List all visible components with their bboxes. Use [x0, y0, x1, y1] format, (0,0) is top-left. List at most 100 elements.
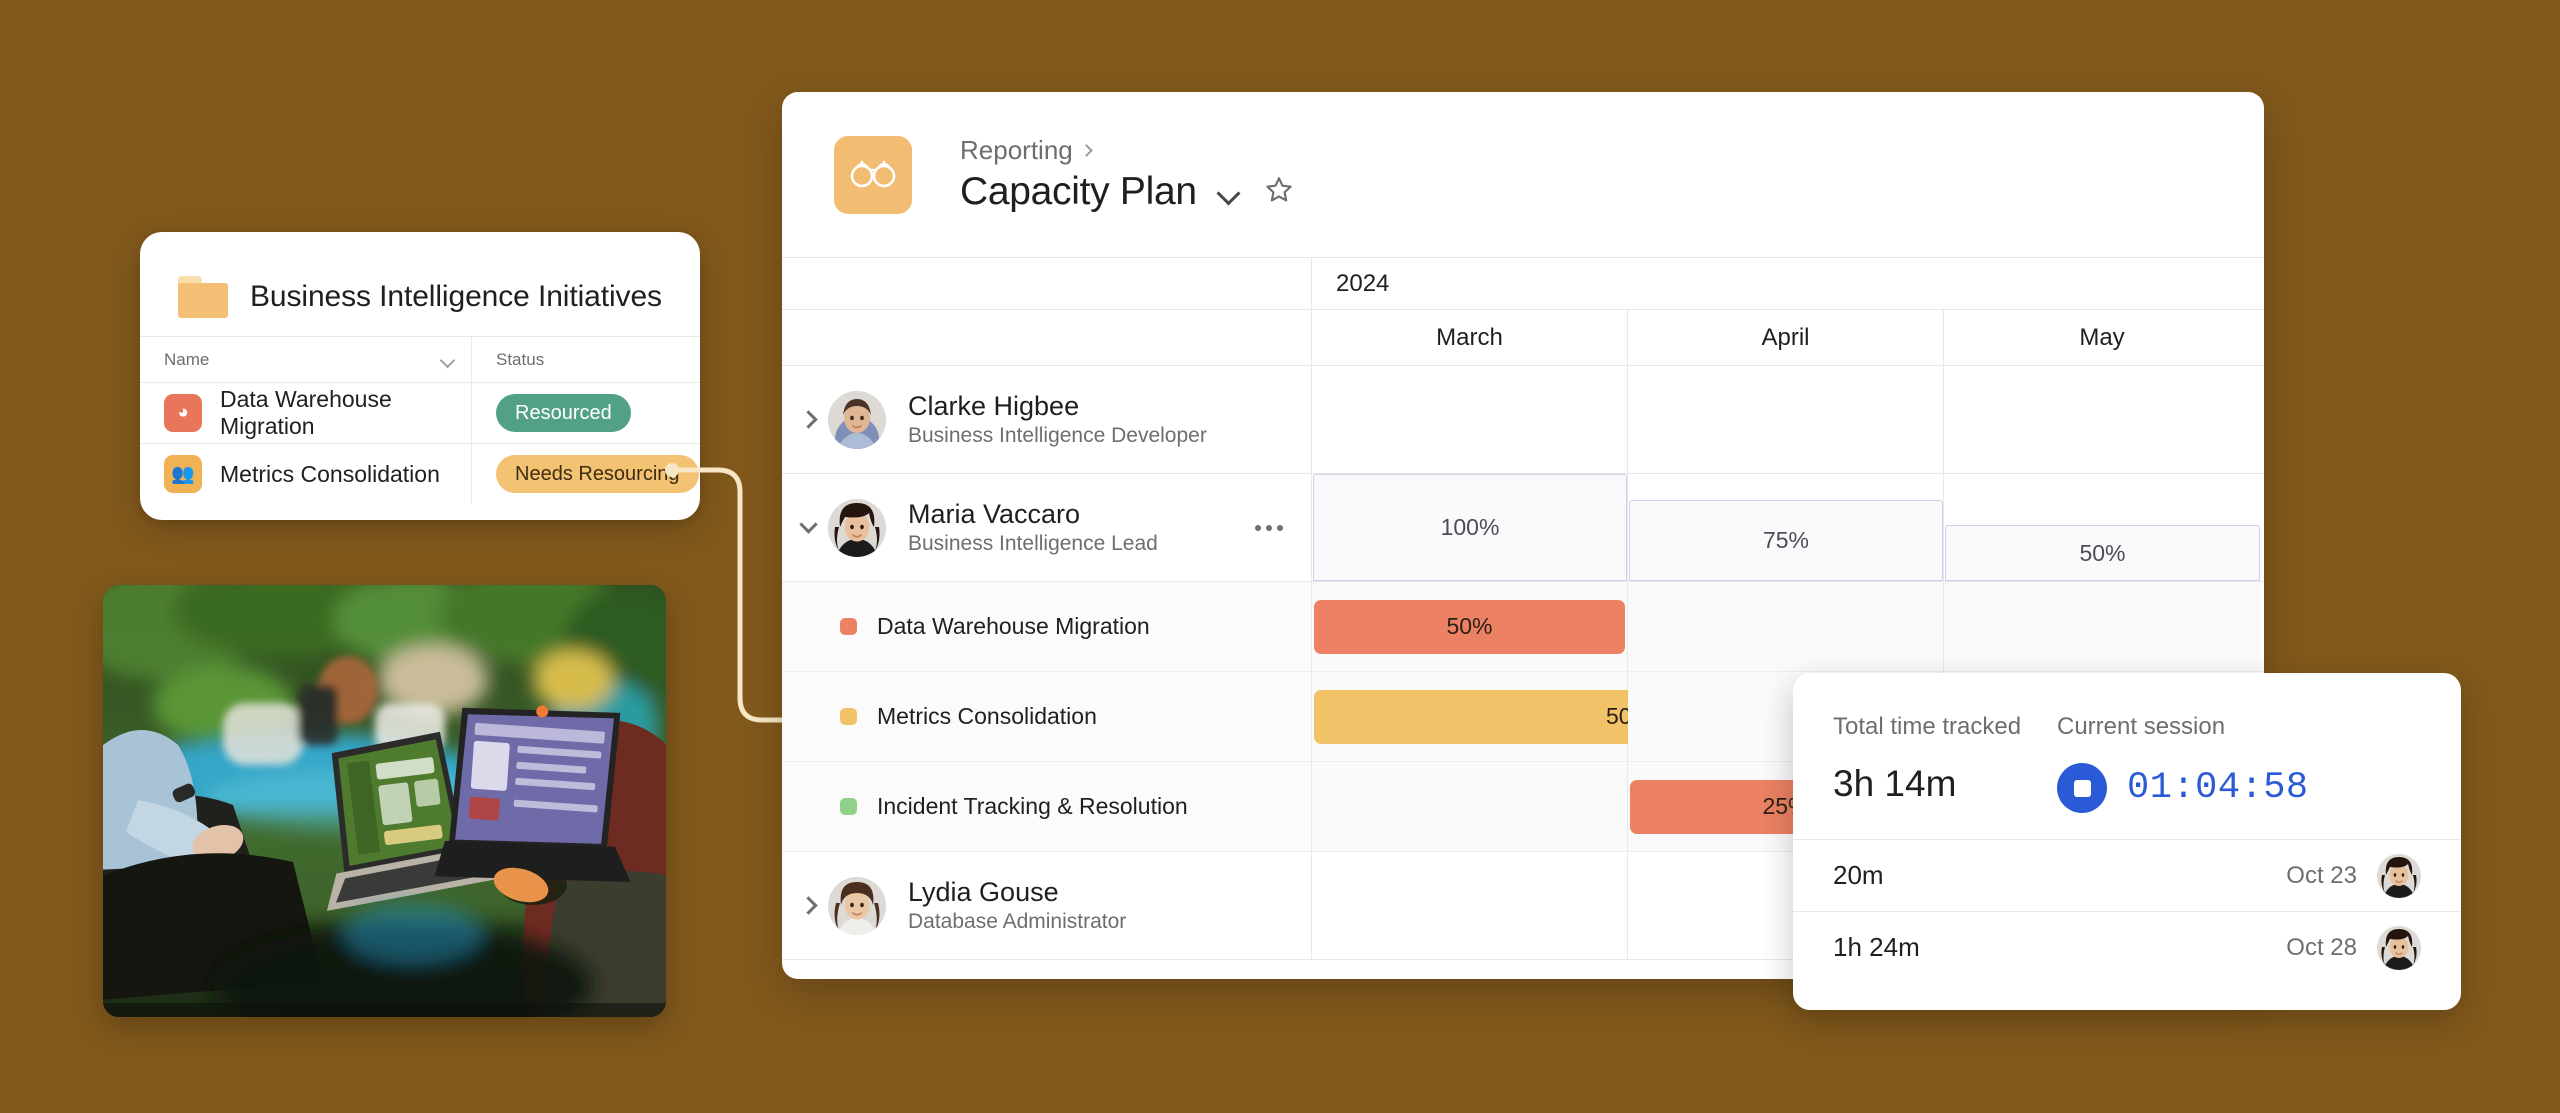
task-color-dot: [840, 618, 857, 635]
chevron-down-icon[interactable]: [441, 355, 455, 364]
task-lane-march[interactable]: [1312, 762, 1628, 851]
capacity-value: 50%: [1945, 525, 2260, 581]
person-name: Clarke Higbee: [908, 391, 1080, 421]
task-lane-march[interactable]: 50%: [1312, 672, 1944, 761]
breadcrumb-reporting[interactable]: Reporting: [960, 135, 1073, 166]
current-session-label: Current session: [2057, 713, 2226, 740]
month-header-may[interactable]: May: [1944, 310, 2260, 365]
table-row[interactable]: ◕ Data Warehouse Migration Resourced: [140, 382, 700, 443]
session-row[interactable]: 20m Oct 23: [1793, 839, 2461, 911]
session-date: Oct 28: [2286, 933, 2357, 961]
collapse-chevron-down-icon[interactable]: [788, 515, 828, 534]
avatar: [828, 876, 886, 935]
session-row[interactable]: 1h 24m Oct 28: [1793, 911, 2461, 983]
person-info: Clarke Higbee Business Intelligence Deve…: [782, 366, 1312, 473]
capacity-cell-march[interactable]: 100%: [1312, 474, 1628, 581]
page-title: Capacity Plan: [960, 170, 1197, 213]
chevron-down-icon[interactable]: [1219, 185, 1241, 199]
cell-name: 👥 Metrics Consolidation: [140, 444, 472, 504]
column-header-name[interactable]: Name: [140, 337, 472, 382]
month-header-march[interactable]: March: [1312, 310, 1628, 365]
cell-name: ◕ Data Warehouse Migration: [140, 383, 472, 443]
capacity-cell-april[interactable]: 75%: [1628, 474, 1944, 581]
person-name: Lydia Gouse: [908, 877, 1059, 907]
current-session-row: 01:04:58: [2057, 763, 2309, 813]
stop-icon[interactable]: [2057, 763, 2107, 813]
capacity-cell[interactable]: [1628, 366, 1944, 473]
person-row-maria-vaccaro[interactable]: Maria Vaccaro Business Intelligence Lead…: [782, 474, 2264, 582]
avatar: [828, 498, 886, 557]
binoculars-icon: [834, 135, 912, 214]
more-options-icon[interactable]: [1255, 524, 1283, 531]
task-color-dot: [840, 708, 857, 725]
title-row: Capacity Plan: [960, 170, 1295, 214]
time-tracking-summary: Total time tracked 3h 14m Current sessio…: [1793, 673, 2461, 839]
status-badge[interactable]: Resourced: [496, 394, 631, 432]
capacity-cell[interactable]: [1944, 366, 2260, 473]
allocation-bar[interactable]: 50%: [1314, 599, 1625, 654]
time-tracking-card: Total time tracked 3h 14m Current sessio…: [1793, 673, 2461, 1010]
total-time-value: 3h 14m: [1833, 763, 1957, 804]
bi-card-header: Business Intelligence Initiatives: [140, 232, 700, 336]
task-name: Metrics Consolidation: [877, 703, 1097, 729]
task-name: Data Warehouse Migration: [877, 613, 1150, 639]
person-role: Database Administrator: [908, 910, 1127, 933]
capacity-cell[interactable]: [1312, 366, 1628, 473]
task-name: Incident Tracking & Resolution: [877, 793, 1188, 819]
gauge-icon: ◕: [164, 394, 202, 432]
photo-illustration: [103, 585, 666, 1017]
task-lane-april[interactable]: [1628, 582, 1944, 671]
person-info: Maria Vaccaro Business Intelligence Lead: [782, 474, 1312, 581]
task-name: Data Warehouse Migration: [220, 386, 392, 439]
bi-initiatives-card: Business Intelligence Initiatives Name S…: [140, 232, 700, 520]
total-time-block: Total time tracked 3h 14m: [1833, 713, 2057, 839]
session-duration: 1h 24m: [1833, 932, 1920, 962]
table-row[interactable]: 👥 Metrics Consolidation Needs Resourcing: [140, 443, 700, 504]
year-row-spacer: [782, 258, 1312, 309]
task-lane-march[interactable]: 50%: [1312, 582, 1628, 671]
session-date: Oct 23: [2286, 861, 2357, 889]
task-info: Incident Tracking & Resolution: [782, 762, 1312, 851]
task-name: Metrics Consolidation: [220, 460, 440, 487]
session-timer: 01:04:58: [2127, 767, 2309, 809]
expand-chevron-right-icon[interactable]: [788, 896, 828, 915]
bi-card-title: Business Intelligence Initiatives: [250, 280, 662, 313]
person-row-clarke-higbee[interactable]: Clarke Higbee Business Intelligence Deve…: [782, 366, 2264, 474]
task-row-data-warehouse-migration[interactable]: Data Warehouse Migration 50%: [782, 582, 2264, 672]
table-header-row: Name Status: [140, 336, 700, 382]
column-header-name-label: Name: [164, 349, 210, 369]
panel-header: Reporting Capacity Plan: [782, 92, 2264, 257]
folder-icon: [178, 276, 228, 318]
person-name: Maria Vaccaro: [908, 499, 1081, 529]
person-meta: Maria Vaccaro Business Intelligence Lead: [908, 499, 1158, 556]
capacity-cell-may[interactable]: 50%: [1944, 474, 2260, 581]
total-time-label: Total time tracked: [1833, 713, 2022, 740]
task-lane-may[interactable]: [1944, 582, 2260, 671]
avatar: [828, 390, 886, 449]
person-meta: Clarke Higbee Business Intelligence Deve…: [908, 391, 1207, 448]
expand-chevron-right-icon[interactable]: [788, 410, 828, 429]
month-row-spacer: [782, 310, 1312, 365]
timeline-month-row: March April May: [782, 310, 2264, 366]
task-color-dot: [840, 798, 857, 815]
current-session-block: Current session 01:04:58: [2057, 713, 2309, 839]
column-header-status[interactable]: Status: [472, 337, 700, 382]
task-info: Metrics Consolidation: [782, 672, 1312, 761]
timeline-year-row: 2024: [782, 258, 2264, 310]
star-icon[interactable]: [1263, 174, 1295, 211]
person-role: Business Intelligence Developer: [908, 424, 1207, 447]
task-info: Data Warehouse Migration: [782, 582, 1312, 671]
photo-scene: [103, 585, 666, 1017]
chevron-right-icon: [1079, 144, 1093, 157]
bi-table: Name Status ◕ Data Warehouse Migration R…: [140, 336, 700, 504]
session-duration: 20m: [1833, 860, 1884, 890]
person-meta: Lydia Gouse Database Administrator: [908, 877, 1126, 934]
avatar: [2377, 925, 2421, 970]
capacity-value: 100%: [1313, 474, 1627, 581]
people-icon: 👥: [164, 455, 202, 493]
timeline-year-label: 2024: [1336, 269, 1390, 297]
breadcrumb: Reporting Capacity Plan: [960, 135, 1295, 214]
capacity-cell[interactable]: [1312, 852, 1628, 959]
avatar: [2377, 853, 2421, 898]
month-header-april[interactable]: April: [1628, 310, 1944, 365]
